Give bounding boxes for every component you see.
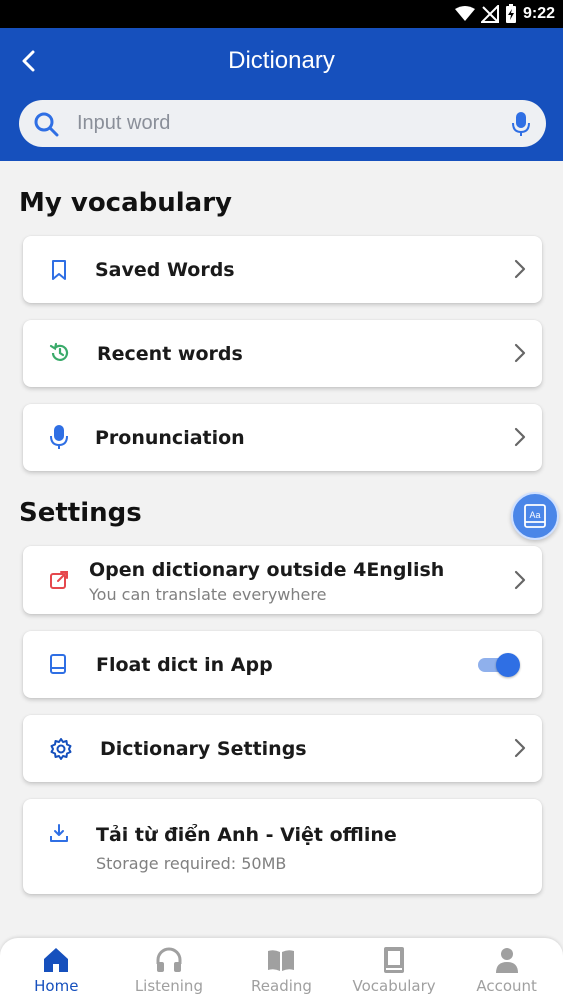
no-signal-icon xyxy=(480,5,499,23)
dictionary-book-icon: Aa xyxy=(524,504,546,528)
pronunciation-label: Pronunciation xyxy=(95,427,245,449)
chevron-right-icon xyxy=(514,570,526,590)
search-bar[interactable] xyxy=(19,100,546,147)
nav-listening[interactable]: Listening xyxy=(113,938,226,1002)
history-icon xyxy=(49,342,69,361)
chevron-right-icon xyxy=(514,343,526,363)
status-time: 9:22 xyxy=(522,5,555,22)
chevron-right-icon xyxy=(514,259,526,279)
floating-dictionary-button[interactable]: Aa xyxy=(511,492,559,540)
float-dict-item: Float dict in App xyxy=(23,631,542,698)
float-dict-toggle[interactable] xyxy=(478,653,520,677)
download-icon xyxy=(50,824,68,842)
recent-words-label: Recent words xyxy=(97,343,243,365)
recent-words-item[interactable]: Recent words xyxy=(23,320,542,387)
dictionary-settings-item[interactable]: Dictionary Settings xyxy=(23,715,542,782)
float-dict-label: Float dict in App xyxy=(96,654,273,676)
nav-home[interactable]: Home xyxy=(0,938,113,1002)
section-title-settings: Settings xyxy=(19,498,142,528)
open-dictionary-outside-label: Open dictionary outside 4English xyxy=(89,559,445,581)
float-button-text: Aa xyxy=(529,510,540,520)
nav-vocabulary-label: Vocabulary xyxy=(352,977,436,995)
bottom-nav: Home Listening Reading Vocabulary Accoun… xyxy=(0,938,563,1002)
nav-home-label: Home xyxy=(34,977,79,995)
headphones-icon xyxy=(156,947,182,972)
section-title-my-vocabulary: My vocabulary xyxy=(19,188,232,218)
open-book-icon xyxy=(268,950,295,971)
toggle-knob xyxy=(496,653,520,677)
open-external-icon xyxy=(50,571,68,589)
nav-listening-label: Listening xyxy=(134,977,203,995)
offline-dictionary-label: Tải từ điển Anh - Việt offline xyxy=(96,824,397,846)
chevron-right-icon xyxy=(514,738,526,758)
header: Dictionary xyxy=(0,28,563,161)
nav-vocabulary[interactable]: Vocabulary xyxy=(338,938,451,1002)
page-title: Dictionary xyxy=(228,47,335,74)
gear-icon xyxy=(50,738,72,760)
nav-account[interactable]: Account xyxy=(450,938,563,1002)
chevron-right-icon xyxy=(514,427,526,447)
battery-charging-icon xyxy=(505,4,516,23)
open-dictionary-outside-item[interactable]: Open dictionary outside 4English You can… xyxy=(23,546,542,614)
nav-account-label: Account xyxy=(476,977,537,995)
wifi-icon xyxy=(454,6,475,21)
open-dictionary-outside-subtitle: You can translate everywhere xyxy=(89,585,327,604)
bookmark-icon xyxy=(52,260,66,280)
dictionary-settings-label: Dictionary Settings xyxy=(100,738,307,760)
search-icon xyxy=(34,112,59,137)
person-icon xyxy=(495,948,518,973)
nav-reading[interactable]: Reading xyxy=(225,938,338,1002)
home-icon xyxy=(44,948,69,972)
book-icon xyxy=(384,947,405,973)
saved-words-label: Saved Words xyxy=(95,259,235,281)
offline-dictionary-subtitle: Storage required: 50MB xyxy=(96,854,287,873)
nav-reading-label: Reading xyxy=(251,977,312,995)
status-bar: 9:22 xyxy=(0,0,563,28)
microphone-icon[interactable] xyxy=(512,111,530,137)
search-input[interactable] xyxy=(77,108,497,139)
microphone-icon xyxy=(50,425,68,449)
offline-dictionary-item[interactable]: Tải từ điển Anh - Việt offline Storage r… xyxy=(23,799,542,894)
book-icon xyxy=(50,654,66,674)
saved-words-item[interactable]: Saved Words xyxy=(23,236,542,303)
pronunciation-item[interactable]: Pronunciation xyxy=(23,404,542,471)
